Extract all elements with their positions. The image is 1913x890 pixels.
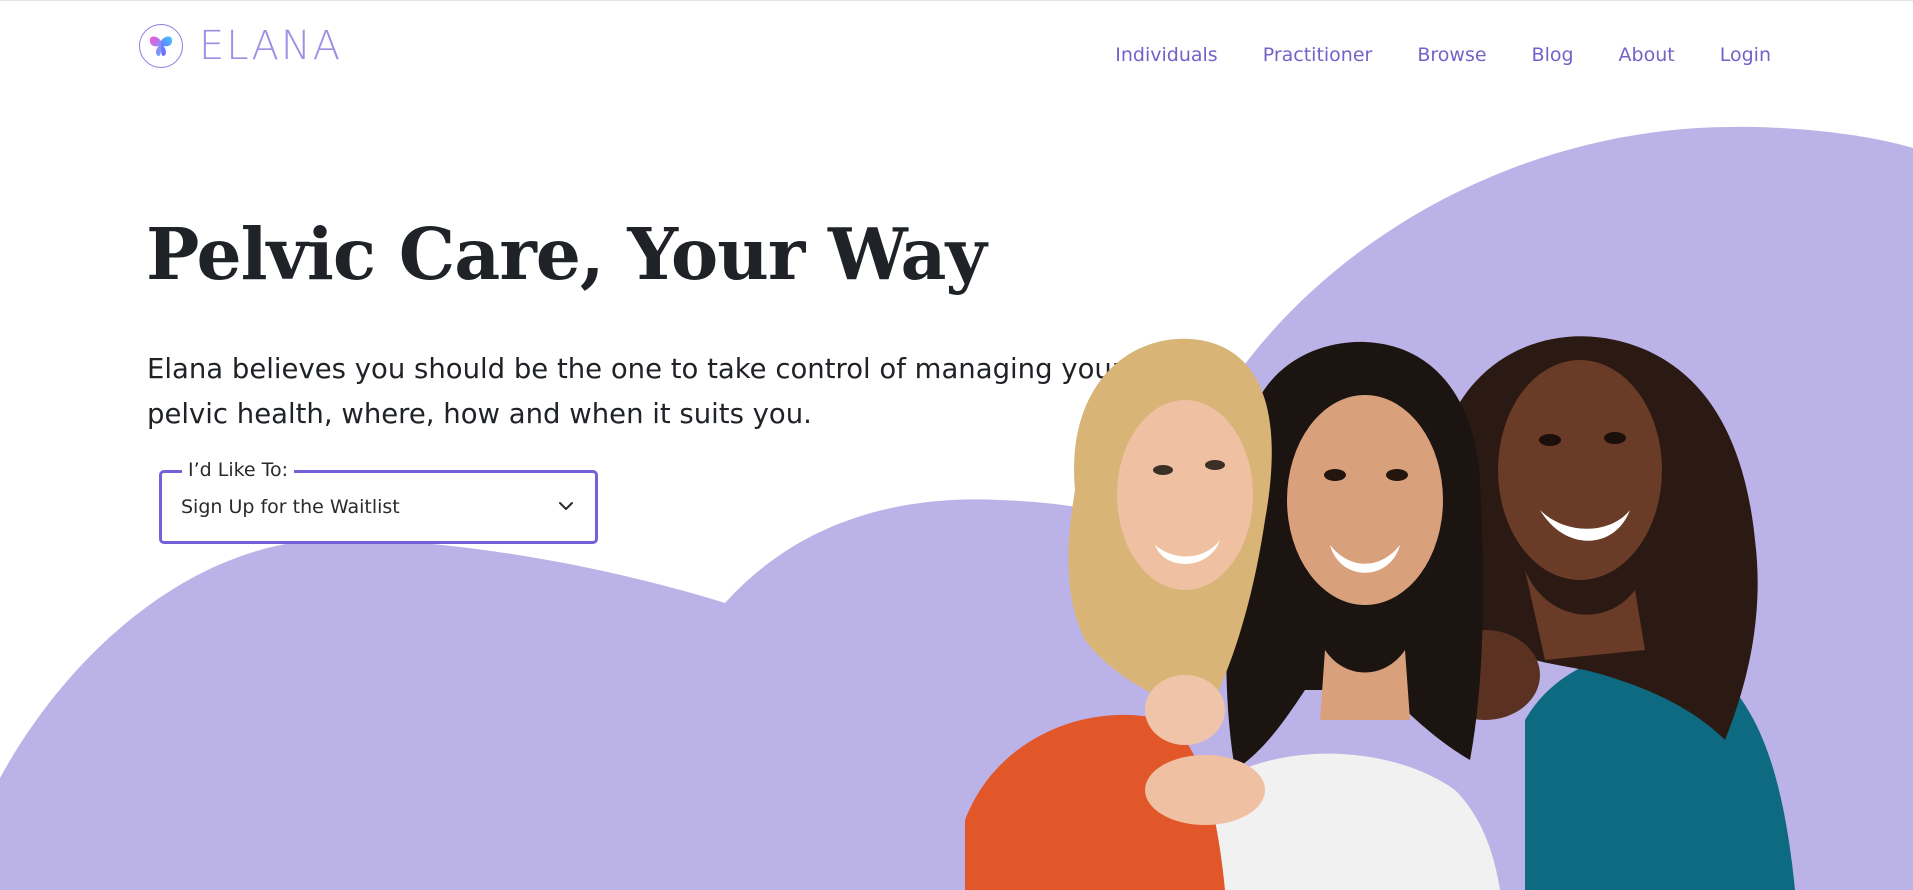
nav-item-about[interactable]: About <box>1619 44 1675 66</box>
nav-item-blog[interactable]: Blog <box>1532 44 1574 66</box>
brand-logo[interactable]: ELANA <box>139 24 342 68</box>
chevron-down-icon <box>559 502 573 510</box>
intent-select[interactable]: I’d Like To: Sign Up for the Waitlist <box>159 457 598 544</box>
main-nav: Individuals Practitioner Browse Blog Abo… <box>1115 44 1771 66</box>
brand-name: ELANA <box>199 23 343 69</box>
intent-select-value: Sign Up for the Waitlist <box>181 496 400 518</box>
nav-item-browse[interactable]: Browse <box>1417 44 1486 66</box>
hero-photo-three-women <box>965 320 1845 890</box>
intent-select-label: I’d Like To: <box>182 457 295 483</box>
nav-item-practitioner[interactable]: Practitioner <box>1263 44 1373 66</box>
nav-item-login[interactable]: Login <box>1720 44 1771 66</box>
butterfly-icon <box>139 24 183 68</box>
nav-item-individuals[interactable]: Individuals <box>1115 44 1217 66</box>
hero-title: Pelvic Care, Your Way <box>146 212 987 296</box>
